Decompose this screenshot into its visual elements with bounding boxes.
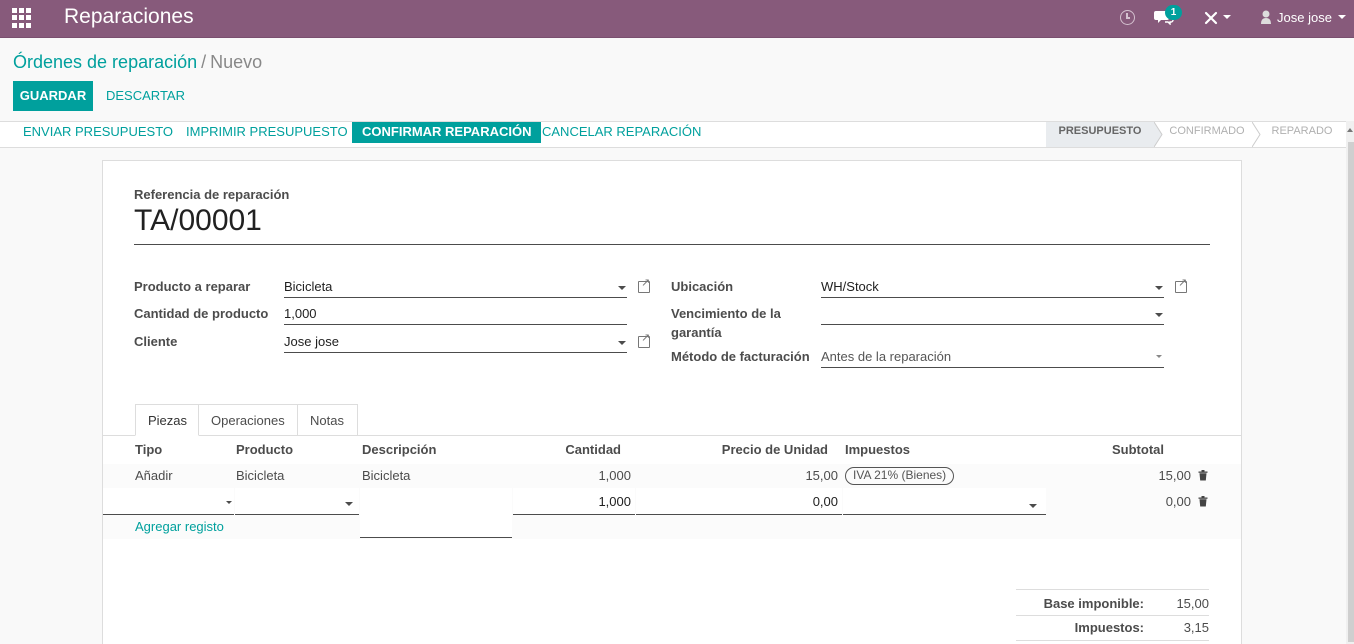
activities-clock-icon[interactable] <box>1120 10 1135 25</box>
type-dropdown-icon[interactable] <box>226 501 232 504</box>
description-textarea-extension[interactable] <box>360 515 512 538</box>
column-header-description[interactable]: Descripción <box>362 442 436 457</box>
warranty-label-line1: Vencimiento de la <box>671 306 781 321</box>
product-external-link-icon[interactable] <box>638 276 650 293</box>
location-field[interactable]: WH/Stock <box>821 277 1164 298</box>
invoice-method-select[interactable]: Antes de la reparación <box>821 347 1164 368</box>
new-row-unit-price-input[interactable]: 0,00 <box>636 488 842 515</box>
untaxed-amount-value: 15,00 <box>1176 596 1209 611</box>
product-field[interactable]: Bicicleta <box>284 277 627 298</box>
send-quotation-button[interactable]: ENVIAR PRESUPUESTO <box>13 122 183 143</box>
quantity-label: Cantidad de producto <box>134 306 269 321</box>
stage-repaired[interactable]: REPARADO <box>1262 122 1342 147</box>
customer-external-link-icon[interactable] <box>638 331 650 348</box>
warranty-dropdown-icon[interactable] <box>1155 313 1163 317</box>
taxes-amount-label: Impuestos: <box>1074 620 1144 635</box>
product-dropdown-icon[interactable] <box>618 286 626 290</box>
breadcrumb: Órdenes de reparación / Nuevo <box>13 52 262 73</box>
column-header-taxes[interactable]: Impuestos <box>845 442 910 457</box>
customer-label: Cliente <box>134 334 178 349</box>
taxes-amount-value: 3,15 <box>1183 620 1209 635</box>
column-header-quantity[interactable]: Cantidad <box>541 442 621 457</box>
warranty-date-field[interactable] <box>821 304 1164 325</box>
top-navbar <box>0 0 1354 38</box>
breadcrumb-parent-link[interactable]: Órdenes de reparación <box>13 52 197 72</box>
reference-label: Referencia de reparación <box>134 187 290 202</box>
delete-row-trash-icon[interactable] <box>1198 496 1208 507</box>
invoice-method-label: Método de facturación <box>671 349 810 364</box>
stage-quotation: PRESUPUESTO <box>1046 122 1154 147</box>
invoice-method-dropdown-icon[interactable] <box>1156 355 1162 358</box>
taxes-dropdown-icon[interactable] <box>1029 504 1037 508</box>
confirm-repair-button[interactable]: CONFIRMAR REPARACIÓN <box>352 122 542 143</box>
row-quantity-cell[interactable]: 1,000 <box>551 468 631 483</box>
row-type-cell[interactable]: Añadir <box>135 468 173 483</box>
save-button[interactable]: GUARDAR <box>13 81 93 111</box>
tab-parts[interactable]: Piezas <box>135 404 199 436</box>
breadcrumb-current: Nuevo <box>210 52 263 72</box>
new-row-quantity-input[interactable]: 1,000 <box>513 488 635 515</box>
reference-field[interactable]: TA/00001 <box>134 204 1210 245</box>
totals-divider <box>1016 615 1209 616</box>
product-label: Producto a reparar <box>134 279 251 294</box>
column-header-product[interactable]: Producto <box>236 442 293 457</box>
empty-table-row <box>103 515 1241 539</box>
tools-caret-icon[interactable] <box>1223 15 1231 19</box>
row-unit-price-cell[interactable]: 15,00 <box>758 468 838 483</box>
delete-row-trash-icon[interactable] <box>1198 470 1208 481</box>
column-header-subtotal[interactable]: Subtotal <box>1084 442 1164 457</box>
customer-field[interactable]: Jose jose <box>284 332 627 353</box>
tab-notes[interactable]: Notas <box>297 404 358 436</box>
row-subtotal-cell: 15,00 <box>1158 468 1191 483</box>
stage-arrow-icon <box>1252 122 1261 147</box>
new-row-subtotal-cell: 0,00 <box>1165 494 1191 509</box>
warranty-label-line2: garantía <box>671 325 722 340</box>
cancel-repair-button[interactable]: CANCELAR REPARACIÓN <box>532 122 711 143</box>
app-title: Reparaciones <box>64 5 194 28</box>
scrollbar-thumb[interactable] <box>1348 142 1354 642</box>
form-statusbar: ENVIAR PRESUPUESTO IMPRIMIR PRESUPUESTO … <box>0 121 1346 148</box>
quantity-field[interactable]: 1,000 <box>284 304 627 325</box>
row-product-cell[interactable]: Bicicleta <box>236 468 284 483</box>
row-description-cell[interactable]: Bicicleta <box>362 468 410 483</box>
location-external-link-icon[interactable] <box>1175 276 1187 293</box>
column-header-type[interactable]: Tipo <box>135 442 162 457</box>
user-avatar-icon[interactable] <box>1260 9 1272 25</box>
location-label: Ubicación <box>671 279 734 294</box>
messages-count-badge: 1 <box>1165 5 1182 20</box>
user-menu-name[interactable]: Jose jose <box>1277 10 1332 25</box>
print-quotation-button[interactable]: IMPRIMIR PRESUPUESTO <box>176 122 358 143</box>
scroll-up-arrow-icon[interactable] <box>1347 128 1353 132</box>
customer-dropdown-icon[interactable] <box>618 341 626 345</box>
user-caret-icon[interactable] <box>1338 15 1346 19</box>
new-row-product-select[interactable] <box>235 488 359 515</box>
debug-tools-icon[interactable] <box>1203 10 1219 26</box>
apps-menu-icon[interactable] <box>12 8 32 28</box>
discard-button[interactable]: DESCARTAR <box>100 81 191 111</box>
tax-tag[interactable]: IVA 21% (Bienes) <box>845 467 955 485</box>
stage-confirmed[interactable]: CONFIRMADO <box>1162 122 1252 147</box>
product-row-dropdown-icon[interactable] <box>345 502 353 506</box>
new-row-type-select[interactable] <box>103 488 234 515</box>
add-line-link[interactable]: Agregar registo <box>135 519 224 534</box>
location-dropdown-icon[interactable] <box>1155 286 1163 290</box>
tab-operations[interactable]: Operaciones <box>198 404 298 436</box>
totals-divider <box>1016 589 1209 590</box>
column-header-unit-price[interactable]: Precio de Unidad <box>680 442 828 457</box>
breadcrumb-separator: / <box>201 52 207 72</box>
new-row-taxes-select[interactable] <box>843 488 1046 515</box>
totals-divider <box>1016 640 1209 641</box>
untaxed-amount-label: Base imponible: <box>1043 596 1144 611</box>
